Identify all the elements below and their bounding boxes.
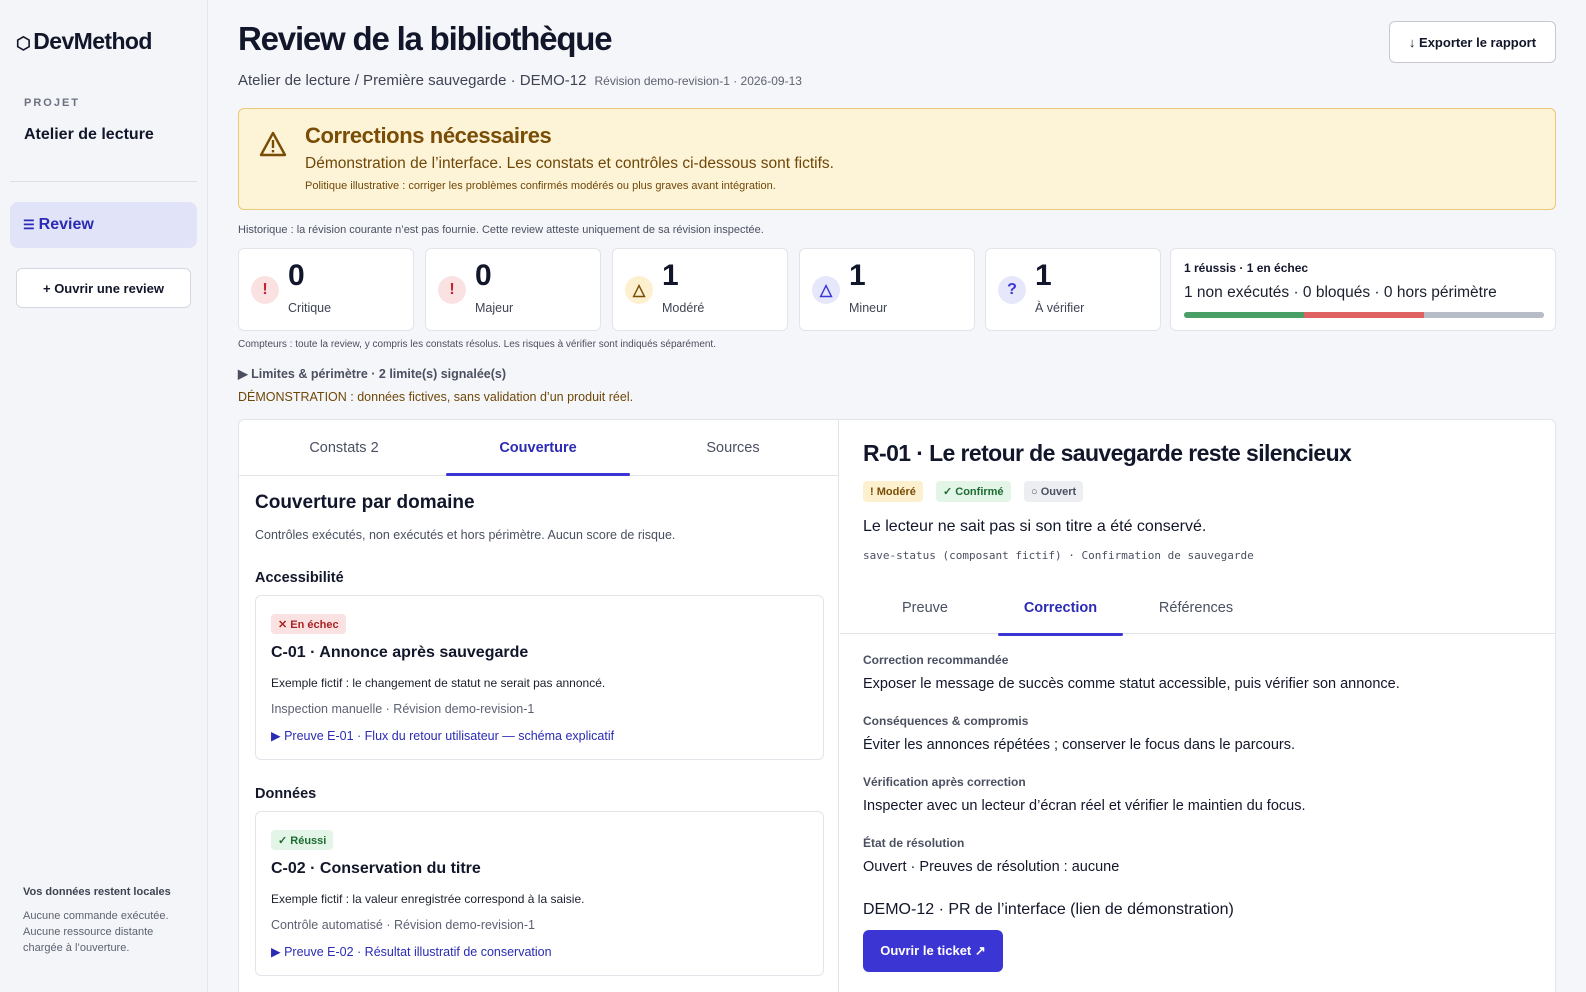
export-report-button[interactable]: ↓ Exporter le rapport [1389, 21, 1556, 63]
control-title: C-02 · Conservation du titre [271, 860, 481, 877]
open-ticket-button[interactable]: Ouvrir le ticket ↗ [863, 930, 1003, 972]
status-badge: ✓ Réussi [271, 830, 334, 850]
open-review-button[interactable]: + Ouvrir une review [16, 268, 191, 308]
domain-heading: Données [255, 786, 317, 802]
checks-progress-bar [1184, 312, 1544, 318]
section-value: Exposer le message de succès comme statu… [863, 676, 1400, 692]
stat-label: Critique [288, 301, 332, 315]
review-panel: Constats 2 Couverture Sources Couverture… [238, 419, 1556, 992]
tab-evidence[interactable]: Preuve [880, 580, 970, 636]
control-meta: Contrôle automatisé · Révision demo-revi… [271, 918, 536, 932]
control-description: Exemple fictif : la valeur enregistrée c… [271, 892, 585, 906]
tab-references[interactable]: Références [1140, 580, 1252, 636]
stat-count: 1 [1035, 259, 1052, 292]
privacy-note-text: Aucune commande exécutée. Aucune ressour… [23, 910, 169, 954]
counters-note: Compteurs : toute la review, y compris l… [238, 339, 716, 350]
tab-findings[interactable]: Constats 2 [249, 420, 439, 476]
control-card: ✕ En échec C-01 · Annonce après sauvegar… [255, 595, 824, 760]
stat-count: 1 [662, 259, 679, 292]
alert-policy: Politique illustrative : corriger les pr… [305, 180, 776, 192]
left-tabs: Constats 2 Couverture Sources [239, 420, 839, 476]
breadcrumb: Atelier de lecture / Première sauvegarde… [238, 72, 802, 89]
severity-badge: ! Modéré [863, 481, 923, 502]
warning-icon [259, 131, 287, 162]
section-heading: Correction recommandée [863, 653, 1009, 667]
tab-correction[interactable]: Correction [998, 580, 1123, 636]
corrections-alert: Corrections nécessaires Démonstration de… [238, 108, 1556, 210]
checks-summary-primary: 1 réussis · 1 en échec [1184, 261, 1309, 275]
stat-label: À vérifier [1035, 301, 1085, 315]
sidebar: ⬡ DevMethod PROJET Atelier de lecture ☰ Re… [0, 0, 208, 992]
status-badge: ✕ En échec [271, 614, 346, 634]
checks-summary-secondary: 1 non exécutés · 0 bloqués · 0 hors péri… [1184, 284, 1497, 301]
control-title: C-01 · Annonce après sauvegarde [271, 644, 529, 661]
progress-segment [1304, 312, 1424, 318]
finding-title: R-01 · Le retour de sauvegarde reste sil… [863, 440, 1352, 466]
coverage-subtitle: Contrôles exécutés, non exécutés et hors… [255, 528, 676, 542]
section-value: Ouvert · Preuves de résolution : aucune [863, 859, 1120, 875]
stat-label: Mineur [849, 301, 888, 315]
critical-icon: ! [251, 276, 279, 304]
stat-card: △ 1 Mineur [799, 248, 975, 331]
finding-description: Le lecteur ne sait pas si son titre a ét… [863, 518, 1207, 535]
major-icon: ! [438, 276, 466, 304]
section-heading: Vérification après correction [863, 775, 1026, 789]
privacy-note-title: Vos données restent locales [23, 886, 171, 898]
project-name: Atelier de lecture [24, 126, 154, 143]
evidence-toggle[interactable]: ▶ Preuve E-01 · Flux du retour utilisate… [271, 728, 614, 743]
hexagon-icon: ⬡ [16, 34, 31, 53]
logo-text: DevMethod [33, 28, 152, 54]
checks-summary-card: 1 réussis · 1 en échec 1 non exécutés · … [1170, 248, 1556, 331]
stat-card: ? 1 À vérifier [985, 248, 1161, 331]
status-badge: ○ Ouvert [1024, 481, 1084, 502]
evidence-toggle[interactable]: ▶ Preuve E-02 · Résultat illustratif de … [271, 944, 552, 959]
ticket-link-text: DEMO-12 · PR de l’interface (lien de dém… [863, 901, 1234, 918]
moderate-icon: △ [625, 276, 653, 304]
privacy-note: Vos données restent locales Aucune comma… [23, 886, 193, 956]
control-card: ✓ Réussi C-02 · Conservation du titre Ex… [255, 811, 824, 976]
page-title: Review de la bibliothèque [238, 20, 613, 57]
app-logo[interactable]: ⬡ DevMethod [16, 28, 152, 55]
to-verify-icon: ? [998, 276, 1026, 304]
finding-location: save-status (composant fictif) · Confirm… [863, 549, 1254, 562]
stat-card: ! 0 Critique [238, 248, 414, 331]
control-description: Exemple fictif : le changement de statut… [271, 676, 606, 690]
section-value: Inspecter avec un lecteur d’écran réel e… [863, 798, 1306, 814]
control-meta: Inspection manuelle · Révision demo-revi… [271, 702, 535, 716]
stat-count: 1 [849, 259, 866, 292]
section-value: Éviter les annonces répétées ; conserver… [863, 737, 1296, 753]
sidebar-item-label: Review [38, 216, 94, 233]
history-note: Historique : la révision courante n’est … [238, 224, 764, 236]
alert-text: Démonstration de l’interface. Les consta… [305, 155, 834, 172]
minor-icon: △ [812, 276, 840, 304]
sidebar-divider [10, 181, 197, 182]
progress-segment [1424, 312, 1544, 318]
demo-note: DÉMONSTRATION : données fictives, sans v… [238, 390, 634, 404]
stat-count: 0 [475, 259, 492, 292]
tab-sources[interactable]: Sources [637, 420, 829, 476]
stat-label: Majeur [475, 301, 514, 315]
finding-tabs: Preuve Correction Références [840, 580, 1555, 636]
domain-heading: Accessibilité [255, 570, 344, 586]
limits-toggle[interactable]: ▶ Limites & périmètre · 2 limite(s) sign… [238, 366, 506, 381]
coverage-title: Couverture par domaine [255, 492, 475, 513]
breadcrumb-text: Atelier de lecture / Première sauvegarde… [238, 72, 587, 89]
stat-label: Modéré [662, 301, 705, 315]
progress-segment [1184, 312, 1304, 318]
section-heading: Conséquences & compromis [863, 714, 1029, 728]
list-icon: ☰ [23, 217, 35, 232]
sidebar-item-review[interactable]: ☰ Review [10, 202, 197, 248]
confirmation-badge: ✓ Confirmé [936, 481, 1011, 502]
alert-title: Corrections nécessaires [305, 123, 552, 148]
section-heading: État de résolution [863, 836, 965, 850]
stat-card: ! 0 Majeur [425, 248, 601, 331]
stat-count: 0 [288, 259, 305, 292]
stat-card: △ 1 Modéré [612, 248, 788, 331]
project-label: PROJET [24, 97, 81, 109]
left-pane: Constats 2 Couverture Sources Couverture… [239, 420, 839, 992]
revision-info: Révision demo-revision-1 · 2026-09-13 [594, 74, 802, 88]
finding-detail: R-01 · Le retour de sauvegarde reste sil… [840, 420, 1555, 992]
tab-coverage[interactable]: Couverture [446, 420, 630, 476]
